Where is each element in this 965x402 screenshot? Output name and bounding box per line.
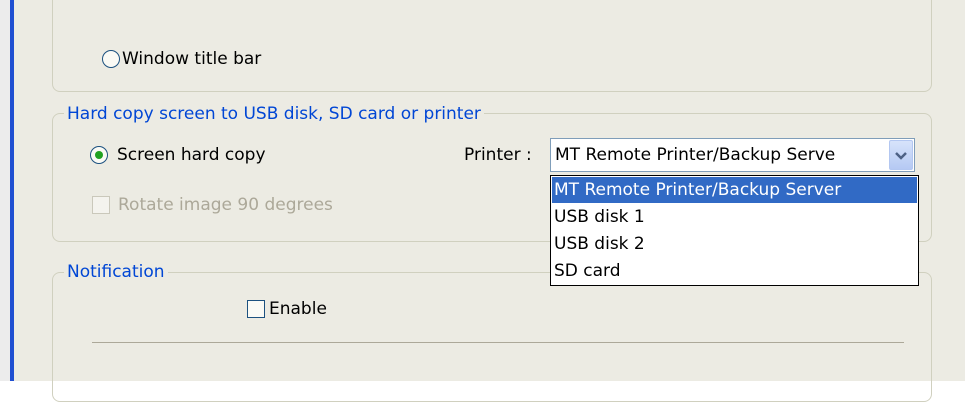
printer-option[interactable]: MT Remote Printer/Backup Server <box>552 177 917 203</box>
printer-select-value: MT Remote Printer/Backup Serve <box>555 145 836 165</box>
printer-dropdown-list: MT Remote Printer/Backup Server USB disk… <box>550 175 919 286</box>
window-title-bar-label: Window title bar <box>122 49 262 69</box>
display-group <box>52 0 932 92</box>
screen-hard-copy-label: Screen hard copy <box>117 145 266 165</box>
printer-select[interactable]: MT Remote Printer/Backup Serve <box>550 138 915 172</box>
rotate-image-label: Rotate image 90 degrees <box>118 195 333 215</box>
notification-group <box>52 272 932 402</box>
printer-option[interactable]: USB disk 2 <box>552 231 917 257</box>
window-title-bar-radio[interactable] <box>102 50 120 68</box>
hard-copy-group-legend: Hard copy screen to USB disk, SD card or… <box>64 103 484 125</box>
printer-select-dropdown-button[interactable] <box>889 140 913 170</box>
screen-hard-copy-radio[interactable] <box>90 146 108 164</box>
rotate-image-checkbox[interactable] <box>92 196 110 214</box>
printer-option[interactable]: SD card <box>552 258 917 284</box>
enable-notification-label: Enable <box>269 299 327 319</box>
left-edge <box>0 0 10 381</box>
radio-selected-dot <box>95 151 103 159</box>
notification-separator <box>92 342 904 343</box>
enable-notification-checkbox[interactable] <box>247 300 265 318</box>
chevron-down-icon <box>895 152 907 160</box>
notification-group-legend: Notification <box>64 261 168 283</box>
printer-label: Printer : <box>464 145 532 165</box>
printer-option[interactable]: USB disk 1 <box>552 204 917 230</box>
options-dialog: Window title bar Hard copy screen to USB… <box>0 0 965 402</box>
